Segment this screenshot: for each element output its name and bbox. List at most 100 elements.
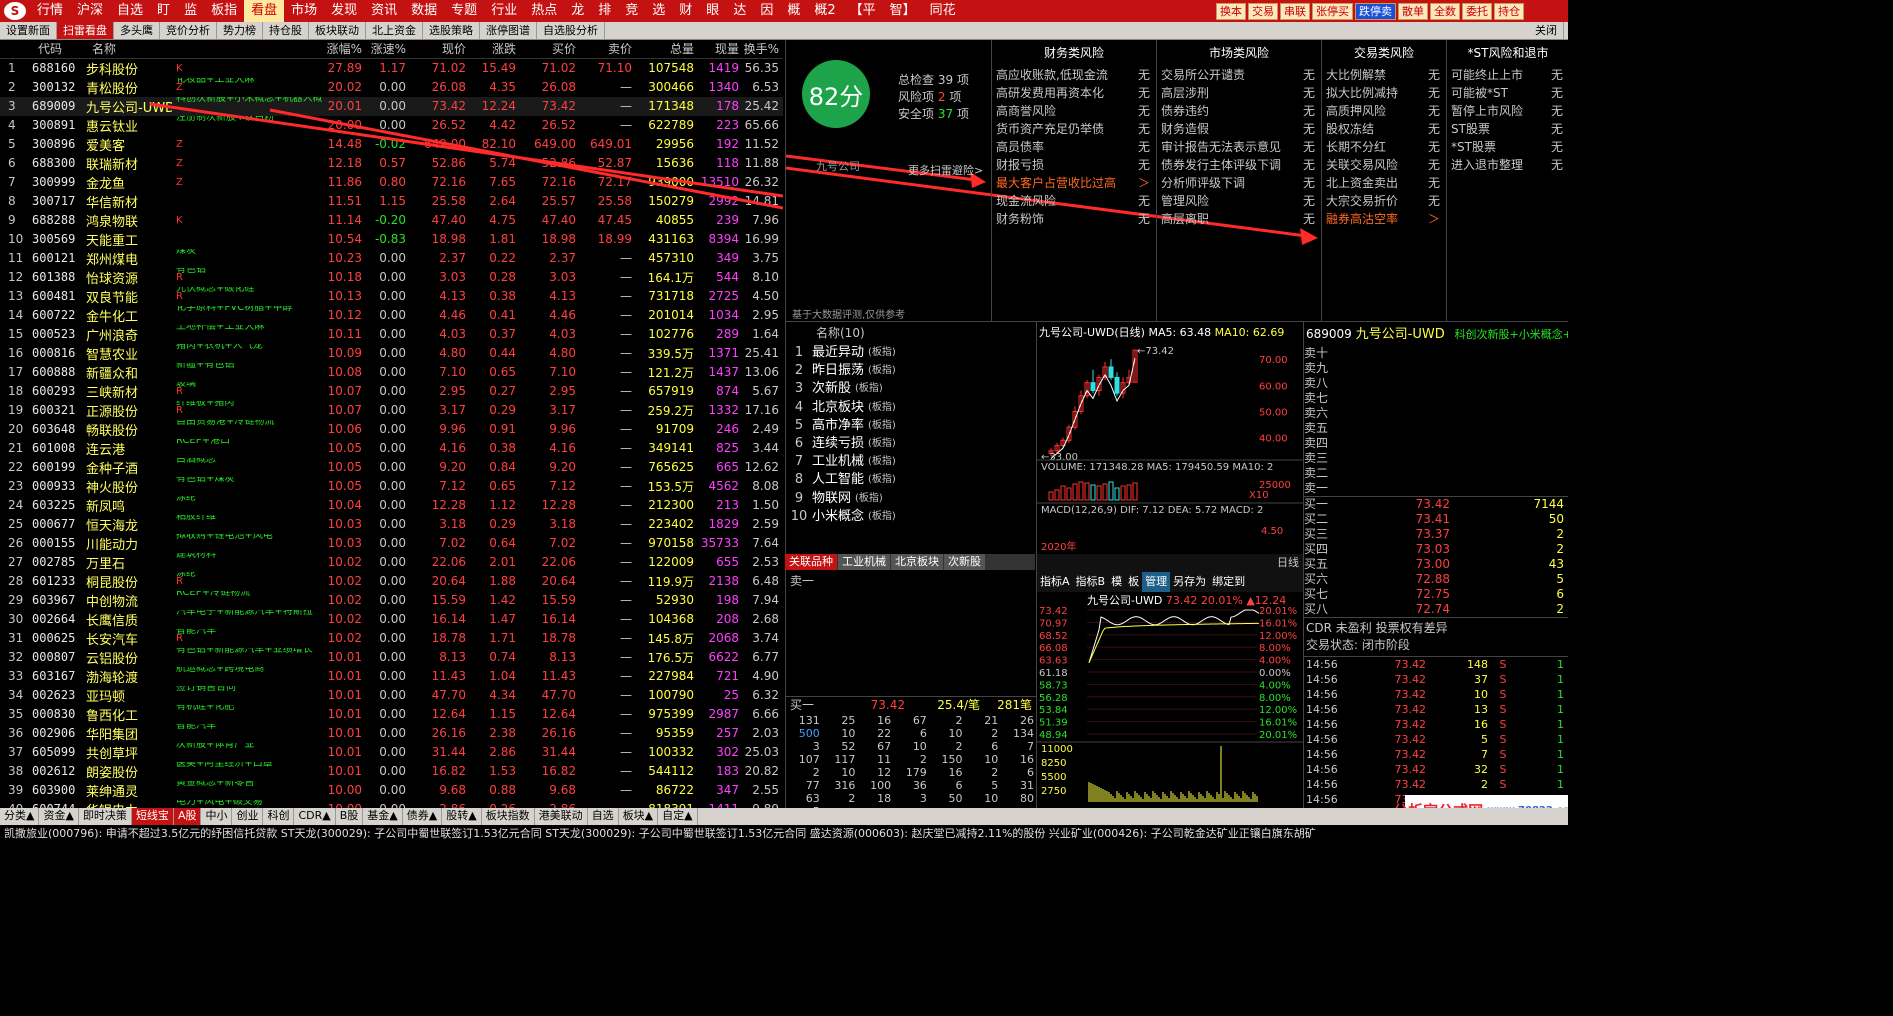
- related-item[interactable]: 6 连续亏损 (板指): [786, 435, 1035, 453]
- buy-level[interactable]: 买五 73.00 43: [1304, 557, 1568, 572]
- quick-button-7[interactable]: 委托: [1462, 3, 1492, 20]
- col-header-6[interactable]: 涨跌: [470, 40, 520, 59]
- related-tab-0[interactable]: 关联品种: [785, 554, 837, 570]
- related-item[interactable]: 8 人工智能 (板指): [786, 471, 1035, 489]
- sell-level[interactable]: 卖二: [1304, 466, 1568, 481]
- stock-row[interactable]: 11 600121 郑州煤电 煤炭 10.23 0.00 2.37 0.22 2.37 — 4573…: [0, 249, 783, 268]
- quick-button-1[interactable]: 交易: [1248, 3, 1278, 20]
- buy-level[interactable]: 买八 72.74 2: [1304, 602, 1568, 617]
- risk-item[interactable]: 高应收账款,低现金流 无: [992, 66, 1156, 84]
- menu-item-24[interactable]: 【平: [843, 0, 883, 22]
- stock-row[interactable]: 26 000155 川能动力 拟收购+锂电池+风电 10.03 0.00 7.02 0.64 7…: [0, 534, 783, 553]
- indicator-tab-2[interactable]: 模: [1108, 572, 1125, 592]
- risk-item[interactable]: 财务粉饰 无: [992, 210, 1156, 228]
- menu-item-20[interactable]: 达: [726, 0, 753, 22]
- menu-item-3[interactable]: 盯: [150, 0, 177, 22]
- stock-row[interactable]: 17 600888 新疆众和 新疆+有色铝 10.08 0.00 7.10 0.65 7.10 —…: [0, 363, 783, 382]
- menu-item-9[interactable]: 资讯: [364, 0, 404, 22]
- stock-row[interactable]: 4 300891 惠云钛业 注册制次新股+钛白粉 20.00 0.00 26.52 4.42 2…: [0, 116, 783, 135]
- risk-item[interactable]: 管理风险 无: [1157, 192, 1321, 210]
- col-header-3[interactable]: 涨幅%: [322, 40, 366, 59]
- stock-row[interactable]: 31 000625 长安汽车 智能汽车 R 10.02 0.00 18.78 1.71 18.78…: [0, 629, 783, 648]
- stock-row[interactable]: 1 688160 步科股份 K 27.89 1.17 71.02 15.49 71.02 71.1…: [0, 58, 783, 78]
- indicator-tab-5[interactable]: 另存为: [1170, 572, 1209, 592]
- menu-item-2[interactable]: 自选: [110, 0, 150, 22]
- col-header-7[interactable]: 买价: [520, 40, 580, 59]
- stock-row[interactable]: 19 600321 正源股份 纤维板+猪肉 R 10.07 0.00 3.17 0.29 3.17…: [0, 401, 783, 420]
- risk-item[interactable]: 可能终止上市 无: [1447, 66, 1568, 84]
- stock-row[interactable]: 36 002906 华阳集团 智能汽车 10.01 0.00 26.16 2.38 26.16 —…: [0, 724, 783, 743]
- menu-item-25[interactable]: 智】: [883, 0, 923, 22]
- menu-item-19[interactable]: 眼: [699, 0, 726, 22]
- bottom-tab-11[interactable]: 债券▲: [403, 808, 443, 825]
- menu-item-14[interactable]: 龙: [564, 0, 591, 22]
- risk-item[interactable]: 交易所公开谴责 无: [1157, 66, 1321, 84]
- menu-item-22[interactable]: 概: [780, 0, 807, 22]
- page-tab-1[interactable]: 扫雷看盘: [57, 22, 114, 39]
- risk-item[interactable]: ST股票 无: [1447, 120, 1568, 138]
- sell-level[interactable]: 卖九: [1304, 361, 1568, 376]
- risk-item[interactable]: 进入退市整理 无: [1447, 156, 1568, 174]
- menu-item-10[interactable]: 数据: [404, 0, 444, 22]
- sell-level[interactable]: 卖三: [1304, 451, 1568, 466]
- stock-row[interactable]: 18 600293 三峡新材 玻璃 R 10.07 0.00 2.95 0.27 2.95 — 657…: [0, 382, 783, 401]
- risk-item[interactable]: 高商誉风险 无: [992, 102, 1156, 120]
- buy-level[interactable]: 买三 73.37 2: [1304, 527, 1568, 542]
- related-item[interactable]: 9 物联网 (板指): [786, 490, 1035, 508]
- menu-item-11[interactable]: 专题: [444, 0, 484, 22]
- risk-item[interactable]: 财务造假 无: [1157, 120, 1321, 138]
- bottom-tab-13[interactable]: 板块指数: [482, 808, 535, 825]
- bottom-tab-6[interactable]: 创业: [232, 808, 264, 825]
- stock-row[interactable]: 40600744华银电力电力+风电+碳交易10.000.002.860.262.…: [0, 800, 783, 809]
- menu-item-26[interactable]: 同花: [923, 0, 963, 22]
- risk-item[interactable]: 现金流风险 无: [992, 192, 1156, 210]
- risk-item[interactable]: 拟大比例减持 无: [1322, 84, 1446, 102]
- bottom-tab-2[interactable]: 即时决策: [79, 808, 132, 825]
- quick-button-8[interactable]: 持仓: [1494, 3, 1524, 20]
- page-tab-0[interactable]: 设置新面: [0, 22, 57, 39]
- menu-item-6[interactable]: 看盘: [244, 0, 285, 22]
- kline-chart[interactable]: 70.0060.0050.0040.00←73.42←33.00VOLUME: …: [1037, 338, 1303, 552]
- stock-row[interactable]: 13 600481 双良节能 光伏概念+碳化硅 R 10.13 0.00 4.13 0.38 4.…: [0, 287, 783, 306]
- related-item[interactable]: 10 小米概念 (板指): [786, 508, 1035, 526]
- indicator-tab-4[interactable]: 管理: [1142, 572, 1171, 592]
- stock-row[interactable]: 29 603967 中创物流 RCEP+冷链物流 10.02 0.00 15.59 1.42 1…: [0, 591, 783, 610]
- quick-button-5[interactable]: 散单: [1398, 3, 1428, 20]
- risk-item[interactable]: 分析师评级下调 无: [1157, 174, 1321, 192]
- quick-button-0[interactable]: 换本: [1216, 3, 1246, 20]
- page-tab-3[interactable]: 竞价分析: [160, 22, 217, 39]
- page-tab-4[interactable]: 势力榜: [217, 22, 263, 39]
- bottom-tab-8[interactable]: CDR▲: [294, 808, 336, 825]
- bottom-tab-7[interactable]: 科创: [263, 808, 295, 825]
- menu-item-5[interactable]: 板指: [204, 0, 244, 22]
- quick-button-4[interactable]: 跌停卖: [1355, 3, 1396, 20]
- indicator-tab-3[interactable]: 板: [1125, 572, 1142, 592]
- risk-item[interactable]: 高质押风险 无: [1322, 102, 1446, 120]
- risk-item[interactable]: 审计报告无法表示意见 无: [1157, 138, 1321, 156]
- related-item[interactable]: 1 最近异动 (板指): [786, 344, 1035, 362]
- page-tab-2[interactable]: 多头鹰: [114, 22, 160, 39]
- sell-level[interactable]: 卖六: [1304, 406, 1568, 421]
- col-header-8[interactable]: 卖价: [580, 40, 636, 59]
- related-item[interactable]: 3 次新股 (板指): [786, 380, 1035, 398]
- stock-row[interactable]: 9 688288 鸿泉物联 K 11.14 -0.20 47.40 4.75 47.40 47.4…: [0, 211, 783, 230]
- risk-item[interactable]: 高层离职 无: [1157, 210, 1321, 228]
- bottom-tab-9[interactable]: B股: [336, 808, 364, 825]
- stock-row[interactable]: 2 300132 青松股份 化妆品+工业大麻 Z 20.02 0.00 26.08 4.35 26…: [0, 78, 783, 97]
- bottom-tab-0[interactable]: 分类▲: [0, 808, 40, 825]
- stock-row[interactable]: 20 603648 畅联股份 自由贸易港+冷链物流 10.06 0.00 9.96 0.91 9…: [0, 420, 783, 439]
- menu-item-16[interactable]: 竞: [618, 0, 645, 22]
- menu-item-15[interactable]: 排: [591, 0, 618, 22]
- risk-item[interactable]: 长期不分红 无: [1322, 138, 1446, 156]
- col-header-5[interactable]: 现价: [410, 40, 470, 59]
- stock-row[interactable]: 32 000807 云铝股份 有色铝+新能源汽车+业绩增长 10.01 0.00 8.13 0…: [0, 648, 783, 667]
- risk-item[interactable]: 北上资金卖出 无: [1322, 174, 1446, 192]
- indicator-tab-1[interactable]: 指标B: [1073, 572, 1109, 592]
- menu-item-23[interactable]: 概2: [807, 0, 842, 22]
- menu-item-21[interactable]: 因: [753, 0, 780, 22]
- buy-level[interactable]: 买六 72.88 5: [1304, 572, 1568, 587]
- bottom-tab-5[interactable]: 中小: [201, 808, 233, 825]
- related-item[interactable]: 7 工业机械 (板指): [786, 453, 1035, 471]
- stock-row[interactable]: 16 000816 智慧农业 猪肉+农机+人气龙 10.09 0.00 4.80 0.44 4.…: [0, 344, 783, 363]
- stock-row[interactable]: 7 300999 金龙鱼 Z 11.86 0.80 72.16 7.65 72.16 72.17 9…: [0, 173, 783, 192]
